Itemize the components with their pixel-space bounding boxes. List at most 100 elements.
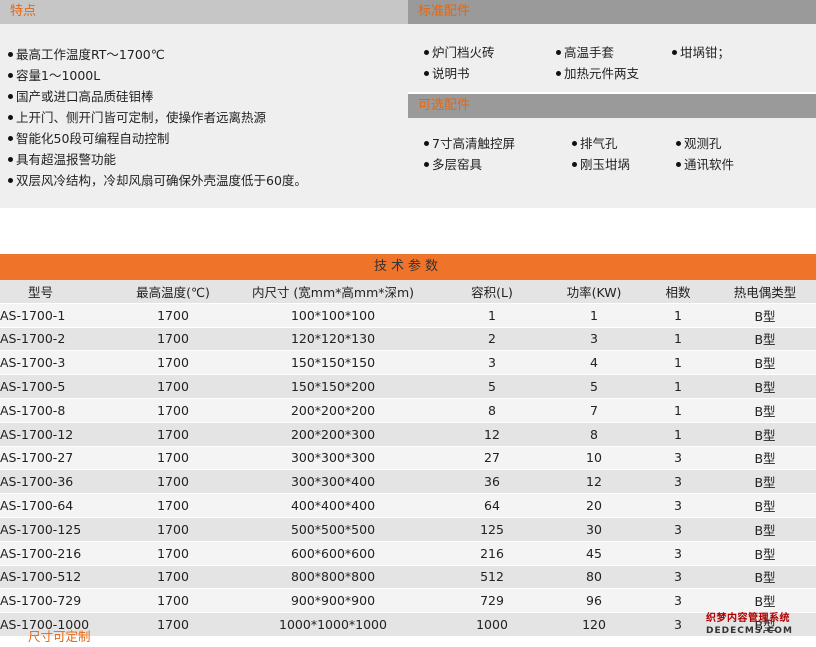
table-cell: AS-1700-729 — [0, 588, 118, 614]
table-cell: 80 — [546, 565, 642, 590]
table-cell: 3 — [642, 446, 714, 471]
table-cell: AS-1700-216 — [0, 541, 118, 566]
list-item: 具有超温报警功能 — [8, 149, 307, 170]
table-cell: 800*800*800 — [228, 565, 438, 590]
table-cell: 3 — [438, 350, 546, 376]
list-item: 双层风冷结构，冷却风扇可确保外壳温度低于60度。 — [8, 170, 307, 191]
table-cell: 27 — [438, 446, 546, 471]
table-cell: 512 — [438, 565, 546, 590]
table-cell: B型 — [714, 565, 816, 590]
table-cell: 600*600*600 — [228, 541, 438, 566]
table-cell: AS-1700-8 — [0, 398, 118, 423]
table-cell: 200*200*200 — [228, 398, 438, 423]
table-row: AS-1700-729 1700 900*900*900 729 96 3 B型 — [0, 588, 816, 614]
table-row: AS-1700-125 1700 500*500*500 125 30 3 B型 — [0, 517, 816, 542]
bullet-icon — [8, 178, 13, 183]
table-cell: 1700 — [118, 422, 228, 447]
table-cell: AS-1700-2 — [0, 327, 118, 352]
accessory-item: 多层窑具 — [424, 154, 482, 175]
accessory-item: 刚玉坩埚 — [572, 154, 630, 175]
table-cell: 8 — [546, 422, 642, 447]
bullet-icon — [8, 157, 13, 162]
table-cell: 1 — [642, 350, 714, 376]
specs-table-body: AS-1700-1 1700 100*100*100 1 1 1 B型 AS-1700-2 17… — [0, 303, 816, 637]
table-cell: 1700 — [118, 517, 228, 542]
table-cell: 1 — [642, 422, 714, 447]
table-cell: B型 — [714, 398, 816, 423]
bullet-icon — [676, 162, 681, 167]
optional-accessories-title: 可选配件 — [408, 94, 816, 118]
table-cell: 5 — [438, 374, 546, 399]
table-cell: B型 — [714, 327, 816, 352]
accessory-item: 观测孔 — [676, 133, 722, 154]
table-cell: 400*400*400 — [228, 493, 438, 518]
table-cell: 729 — [438, 588, 546, 614]
table-cell: 120 — [546, 612, 642, 637]
bullet-icon — [672, 50, 677, 55]
table-cell: 216 — [438, 541, 546, 566]
accessory-item: 通讯软件 — [676, 154, 734, 175]
column-header: 内尺寸 (宽mm*高mm*深m) — [228, 280, 438, 304]
bullet-icon — [556, 71, 561, 76]
bullet-icon — [424, 50, 429, 55]
features-title: 特点 — [0, 0, 408, 24]
table-cell: B型 — [714, 541, 816, 566]
table-cell: 100*100*100 — [228, 303, 438, 328]
table-cell: 1700 — [118, 327, 228, 352]
table-cell: AS-1700-1 — [0, 303, 118, 328]
column-header: 容积(L) — [438, 280, 546, 304]
bullet-icon — [424, 71, 429, 76]
table-cell: AS-1700-27 — [0, 446, 118, 471]
bullet-icon — [556, 50, 561, 55]
list-item: 国产或进口高品质硅钼棒 — [8, 86, 307, 107]
table-cell: 1700 — [118, 469, 228, 495]
table-cell: 120*120*130 — [228, 327, 438, 352]
table-cell: B型 — [714, 588, 816, 614]
table-cell: 1700 — [118, 541, 228, 566]
table-cell: 7 — [546, 398, 642, 423]
table-cell: 200*200*300 — [228, 422, 438, 447]
table-cell: 3 — [642, 517, 714, 542]
table-cell: B型 — [714, 374, 816, 399]
table-cell: 1700 — [118, 612, 228, 637]
table-cell: 96 — [546, 588, 642, 614]
bullet-icon — [8, 52, 13, 57]
accessory-item: 7寸高清触控屏 — [424, 133, 515, 154]
column-header: 相数 — [642, 280, 714, 304]
table-cell: 1700 — [118, 350, 228, 376]
bullet-icon — [8, 94, 13, 99]
accessory-item: 排气孔 — [572, 133, 618, 154]
watermark-logo: 织梦内容管理系统 DEDECMS.COM — [706, 613, 793, 636]
table-cell: 1700 — [118, 446, 228, 471]
table-cell: AS-1700-36 — [0, 469, 118, 495]
bullet-icon — [8, 115, 13, 120]
bullet-icon — [572, 162, 577, 167]
list-item: 上开门、侧开门皆可定制，使操作者远离热源 — [8, 107, 307, 128]
table-cell: 900*900*900 — [228, 588, 438, 614]
table-cell: 1700 — [118, 565, 228, 590]
table-cell: 45 — [546, 541, 642, 566]
table-cell: 1700 — [118, 588, 228, 614]
table-row: AS-1700-3 1700 150*150*150 3 4 1 B型 — [0, 350, 816, 376]
table-cell: 150*150*200 — [228, 374, 438, 399]
table-cell: 1 — [642, 303, 714, 328]
table-cell: 1000 — [438, 612, 546, 637]
table-row: AS-1700-5 1700 150*150*200 5 5 1 B型 — [0, 374, 816, 399]
table-cell: 5 — [546, 374, 642, 399]
table-cell: 8 — [438, 398, 546, 423]
table-row: AS-1700-1000 1700 1000*1000*1000 1000 120 3 B型 — [0, 612, 816, 637]
accessory-item: 高温手套 — [556, 42, 614, 63]
table-cell: 10 — [546, 446, 642, 471]
specs-table: 型号 最高温度(℃) 内尺寸 (宽mm*高mm*深m) 容积(L) 功率(KW)… — [0, 280, 816, 637]
table-row: AS-1700-216 1700 600*600*600 216 45 3 B型 — [0, 541, 816, 566]
table-cell: B型 — [714, 469, 816, 495]
bullet-icon — [572, 141, 577, 146]
table-cell: 1700 — [118, 374, 228, 399]
table-cell: B型 — [714, 493, 816, 518]
table-row: AS-1700-2 1700 120*120*130 2 3 1 B型 — [0, 327, 816, 352]
table-cell: AS-1700-12 — [0, 422, 118, 447]
table-row: AS-1700-512 1700 800*800*800 512 80 3 B型 — [0, 565, 816, 590]
table-row: AS-1700-1 1700 100*100*100 1 1 1 B型 — [0, 303, 816, 328]
table-row: AS-1700-64 1700 400*400*400 64 20 3 B型 — [0, 493, 816, 518]
table-cell: 3 — [642, 493, 714, 518]
